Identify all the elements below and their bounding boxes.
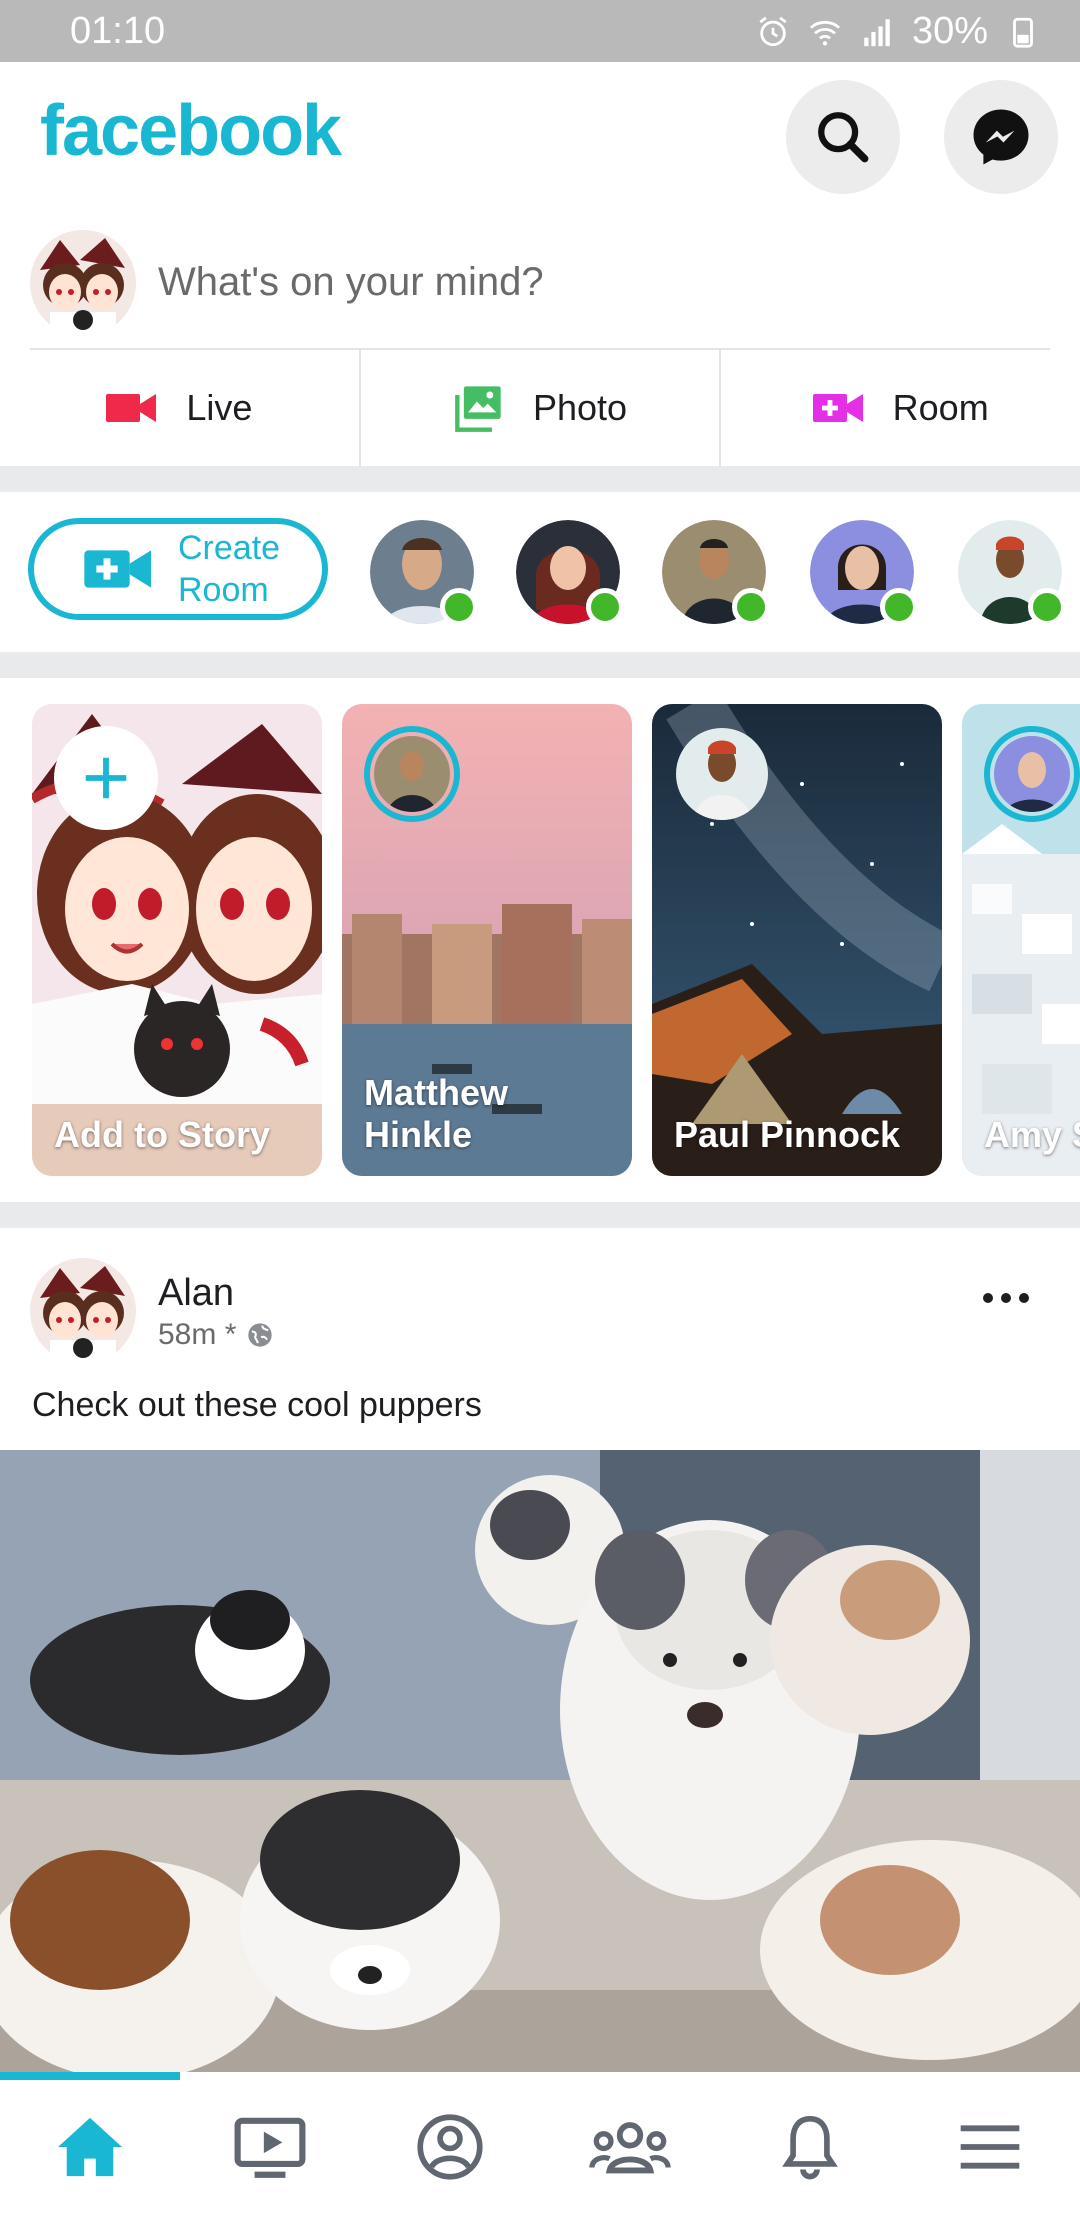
section-separator xyxy=(0,466,1080,492)
bottom-navigation xyxy=(0,2072,1080,2220)
search-button[interactable] xyxy=(786,80,900,194)
post-photo[interactable] xyxy=(0,1450,1080,2080)
online-friend[interactable] xyxy=(958,520,1066,626)
story-name: Amy S xyxy=(984,1114,1080,1155)
story-avatar xyxy=(674,726,770,822)
plus-icon xyxy=(85,757,127,799)
more-options-icon[interactable] xyxy=(976,1278,1036,1318)
online-indicator xyxy=(440,588,478,626)
rooms-row: Create Room xyxy=(0,492,1080,652)
menu-icon xyxy=(960,2125,1020,2169)
battery-icon xyxy=(1013,17,1033,48)
facebook-logo[interactable]: facebook xyxy=(40,90,342,172)
online-friend[interactable] xyxy=(810,520,918,626)
nav-menu[interactable] xyxy=(930,2102,1050,2192)
nav-notifications[interactable] xyxy=(750,2102,870,2192)
globe-icon xyxy=(248,1323,273,1347)
create-room-label-1: Create xyxy=(178,529,281,567)
whats-on-your-mind-input[interactable]: What's on your mind? xyxy=(158,260,544,305)
signal-icon xyxy=(864,18,890,46)
nav-profile[interactable] xyxy=(390,2102,510,2192)
story-avatar xyxy=(984,726,1080,822)
live-label: Live xyxy=(186,387,253,428)
create-room-label-2: Room xyxy=(178,571,269,609)
wifi-icon xyxy=(809,20,841,45)
photo-label: Photo xyxy=(532,387,628,428)
watch-icon xyxy=(234,2117,306,2178)
online-indicator xyxy=(1028,588,1066,626)
online-friend[interactable] xyxy=(662,520,770,626)
messenger-icon xyxy=(973,109,1029,165)
room-label: Room xyxy=(892,387,989,428)
story-name: Paul Pinnock xyxy=(674,1114,901,1155)
status-icons: 30% xyxy=(756,10,1040,53)
photo-icon xyxy=(455,386,501,432)
battery-percent: 30% xyxy=(911,10,988,52)
story-avatar xyxy=(364,726,460,822)
post-author-name[interactable]: Alan xyxy=(158,1272,234,1315)
story-card[interactable]: Matthew Hinkle xyxy=(342,704,632,1176)
puppies-photo xyxy=(0,1450,1080,2080)
post-meta: 58m * xyxy=(158,1318,274,1352)
nav-watch[interactable] xyxy=(210,2102,330,2192)
online-friend[interactable] xyxy=(370,520,478,626)
section-separator xyxy=(0,1202,1080,1228)
groups-icon xyxy=(589,2122,671,2174)
bell-icon xyxy=(782,2115,838,2180)
post-time: 58m * xyxy=(158,1318,237,1351)
messenger-button[interactable] xyxy=(944,80,1058,194)
video-camera-icon xyxy=(106,394,157,422)
feed-post: Alan 58m * Check out these cool puppers xyxy=(0,1228,1080,2080)
live-button[interactable]: Live xyxy=(0,350,361,466)
status-time: 01:10 xyxy=(70,10,166,52)
search-icon xyxy=(818,112,869,163)
photo-button[interactable]: Photo xyxy=(361,350,722,466)
user-avatar[interactable] xyxy=(30,230,136,336)
post-author-avatar[interactable] xyxy=(30,1258,136,1364)
add-story-button[interactable] xyxy=(54,726,158,830)
post-composer: What's on your mind? xyxy=(0,212,1080,348)
add-to-story-card[interactable]: Add to Story xyxy=(32,704,322,1176)
profile-icon xyxy=(417,2114,483,2180)
active-tab-indicator xyxy=(0,2072,180,2080)
online-friend[interactable] xyxy=(516,520,624,626)
room-camera-icon xyxy=(84,550,151,588)
section-separator xyxy=(0,652,1080,678)
status-bar: 01:10 30% xyxy=(0,0,1080,62)
nav-home[interactable] xyxy=(30,2102,150,2192)
story-name: Matthew Hinkle xyxy=(364,1072,508,1155)
app-header: facebook xyxy=(0,62,1080,212)
story-name: Add to Story xyxy=(54,1114,270,1155)
room-icon xyxy=(812,394,863,422)
post-text: Check out these cool puppers xyxy=(32,1386,482,1424)
story-card[interactable]: Amy S xyxy=(962,704,1080,1176)
story-card[interactable]: Paul Pinnock xyxy=(652,704,942,1176)
nav-groups[interactable] xyxy=(570,2102,690,2192)
online-indicator xyxy=(880,588,918,626)
composer-actions: Live Photo Room xyxy=(0,350,1080,466)
online-indicator xyxy=(732,588,770,626)
alarm-icon xyxy=(759,16,787,46)
home-icon xyxy=(58,2117,122,2177)
online-indicator xyxy=(586,588,624,626)
stories-row: Add to Story Matthew Hinkle Paul Pinnock… xyxy=(0,678,1080,1202)
room-button[interactable]: Room xyxy=(721,350,1080,466)
create-room-button[interactable]: Create Room xyxy=(28,518,328,620)
